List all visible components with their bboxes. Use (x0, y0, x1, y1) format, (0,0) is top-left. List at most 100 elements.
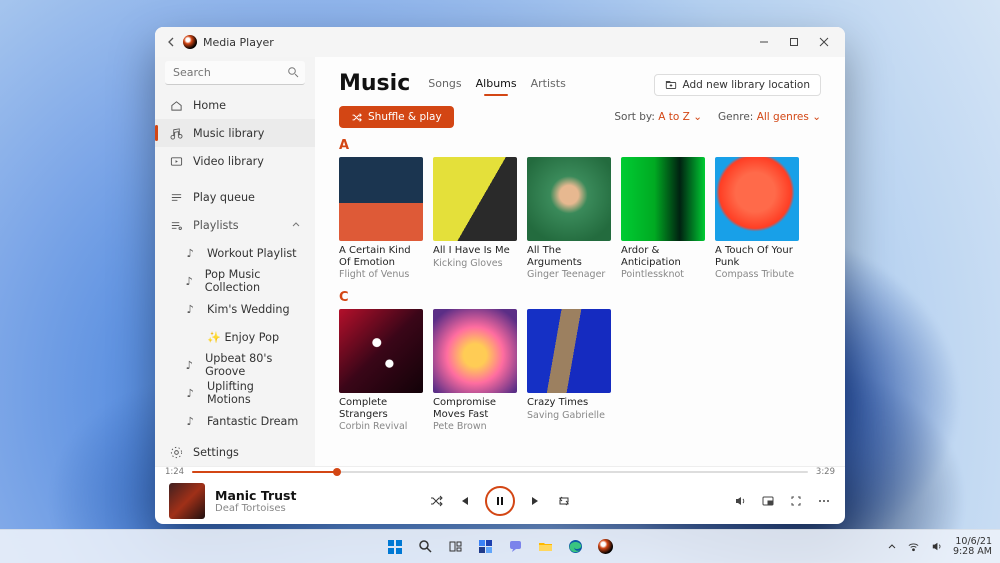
previous-button[interactable] (457, 494, 471, 508)
shuffle-toggle[interactable] (429, 494, 443, 508)
fullscreen-button[interactable] (789, 494, 803, 508)
more-button[interactable] (817, 494, 831, 508)
album-artist: Flight of Venus (339, 269, 423, 280)
album-cover (527, 309, 611, 393)
tab-albums[interactable]: Albums (476, 77, 517, 94)
sidebar-item-label: Workout Playlist (207, 247, 297, 260)
progress-bar[interactable]: 1:24 3:29 (155, 467, 845, 477)
chat-icon[interactable] (503, 535, 527, 559)
sidebar-item-video-library[interactable]: Video library (155, 147, 315, 175)
album-artist: Corbin Revival (339, 421, 423, 432)
minimize-button[interactable] (749, 27, 779, 57)
album-cover (433, 309, 517, 393)
sidebar-playlist-item[interactable]: ♪Fantastic Dream (155, 407, 315, 435)
album-cover (527, 157, 611, 241)
album-item[interactable]: Crazy TimesSaving Gabrielle (527, 309, 611, 432)
sidebar-item-home[interactable]: Home (155, 91, 315, 119)
album-item[interactable]: Compromise Moves FastPete Brown (433, 309, 517, 432)
gear-icon (169, 446, 183, 459)
repeat-toggle[interactable] (557, 494, 571, 508)
start-button[interactable] (383, 535, 407, 559)
section-letter-c[interactable]: C (339, 290, 821, 305)
album-artist: Pointlessknot (621, 269, 705, 280)
album-item[interactable]: A Certain Kind Of EmotionFlight of Venus (339, 157, 423, 280)
now-playing-cover[interactable] (169, 483, 205, 519)
back-button[interactable] (161, 36, 183, 48)
sidebar-item-settings[interactable]: Settings (155, 438, 315, 466)
music-note-icon: ♪ (183, 387, 197, 400)
play-pause-button[interactable] (485, 486, 515, 516)
sidebar-playlist-item[interactable]: ♪Uplifting Motions (155, 379, 315, 407)
genre-label: Genre: (718, 111, 753, 123)
tray-chevron-icon[interactable] (887, 542, 897, 552)
genre-dropdown[interactable]: Genre: All genres ⌄ (718, 111, 821, 123)
widgets-icon[interactable] (473, 535, 497, 559)
app-icon (183, 35, 197, 49)
sort-by-dropdown[interactable]: Sort by: A to Z ⌄ (614, 111, 702, 123)
section-letter-a[interactable]: A (339, 138, 821, 153)
album-item[interactable]: All I Have Is MeKicking Gloves (433, 157, 517, 280)
sidebar-playlist-item[interactable]: ♪Kim's Wedding (155, 295, 315, 323)
add-library-location-button[interactable]: Add new library location (654, 74, 822, 96)
sidebar-playlist-item[interactable]: ♪ Workout Playlist (155, 239, 315, 267)
sidebar-playlist-item[interactable]: ✨ Enjoy Pop (155, 323, 315, 351)
music-note-icon: ♪ (183, 247, 197, 260)
search-input[interactable] (165, 61, 305, 85)
volume-tray-icon[interactable] (930, 540, 943, 553)
album-artist: Pete Brown (433, 421, 517, 432)
tab-artists[interactable]: Artists (531, 77, 566, 94)
sidebar-header-label: Playlists (193, 219, 239, 232)
sidebar-item-music-library[interactable]: Music library (155, 119, 315, 147)
album-artist: Compass Tribute (715, 269, 799, 280)
task-view-icon[interactable] (443, 535, 467, 559)
album-title: A Certain Kind Of Emotion (339, 245, 423, 268)
wifi-icon[interactable] (907, 540, 920, 553)
album-title: All I Have Is Me (433, 245, 517, 257)
clock-time: 9:28 AM (953, 547, 992, 557)
tab-songs[interactable]: Songs (428, 77, 461, 94)
album-item[interactable]: A Touch Of Your PunkCompass Tribute (715, 157, 799, 280)
next-button[interactable] (529, 494, 543, 508)
album-scroll-area[interactable]: A A Certain Kind Of EmotionFlight of Ven… (315, 132, 845, 466)
search-taskbar-icon[interactable] (413, 535, 437, 559)
edge-icon[interactable] (563, 535, 587, 559)
playlist-icon (169, 219, 183, 232)
total-time: 3:29 (816, 467, 835, 477)
page-title: Music (339, 71, 410, 96)
album-item[interactable]: Ardor & AnticipationPointlessknot (621, 157, 705, 280)
album-artist: Saving Gabrielle (527, 410, 611, 421)
sidebar-playlists-header[interactable]: Playlists (155, 211, 315, 239)
taskbar[interactable]: 10/6/21 9:28 AM (0, 529, 1000, 563)
sort-label: Sort by: (614, 111, 655, 123)
volume-button[interactable] (733, 494, 747, 508)
album-item[interactable]: Complete StrangersCorbin Revival (339, 309, 423, 432)
album-item[interactable]: All The ArgumentsGinger Teenager (527, 157, 611, 280)
main-content: Music Songs Albums Artists Add new libra… (315, 57, 845, 466)
search-box[interactable] (165, 61, 305, 85)
progress-thumb[interactable] (333, 468, 341, 476)
sidebar-playlist-item[interactable]: ♪Pop Music Collection (155, 267, 315, 295)
album-title: Crazy Times (527, 397, 611, 409)
system-clock[interactable]: 10/6/21 9:28 AM (953, 537, 992, 557)
shuffle-play-button[interactable]: Shuffle & play (339, 106, 454, 128)
album-title: Compromise Moves Fast (433, 397, 517, 420)
app-window: Media Player Home M (155, 27, 845, 524)
music-note-icon: ♪ (183, 275, 195, 288)
home-icon (169, 99, 183, 112)
app-title: Media Player (203, 36, 749, 49)
folder-plus-icon (665, 79, 677, 91)
sidebar-item-play-queue[interactable]: Play queue (155, 183, 315, 211)
album-artist: Ginger Teenager (527, 269, 611, 280)
file-explorer-icon[interactable] (533, 535, 557, 559)
sidebar-playlist-item[interactable]: ♪Upbeat 80's Groove (155, 351, 315, 379)
chevron-down-icon: ⌄ (812, 111, 821, 123)
progress-track[interactable] (192, 471, 808, 473)
sidebar-item-label: Play queue (193, 191, 255, 204)
search-icon (287, 66, 299, 78)
media-player-taskbar-icon[interactable] (593, 535, 617, 559)
mini-player-button[interactable] (761, 494, 775, 508)
sidebar-item-label: Home (193, 99, 226, 112)
close-button[interactable] (809, 27, 839, 57)
maximize-button[interactable] (779, 27, 809, 57)
sort-value: A to Z (658, 111, 690, 123)
